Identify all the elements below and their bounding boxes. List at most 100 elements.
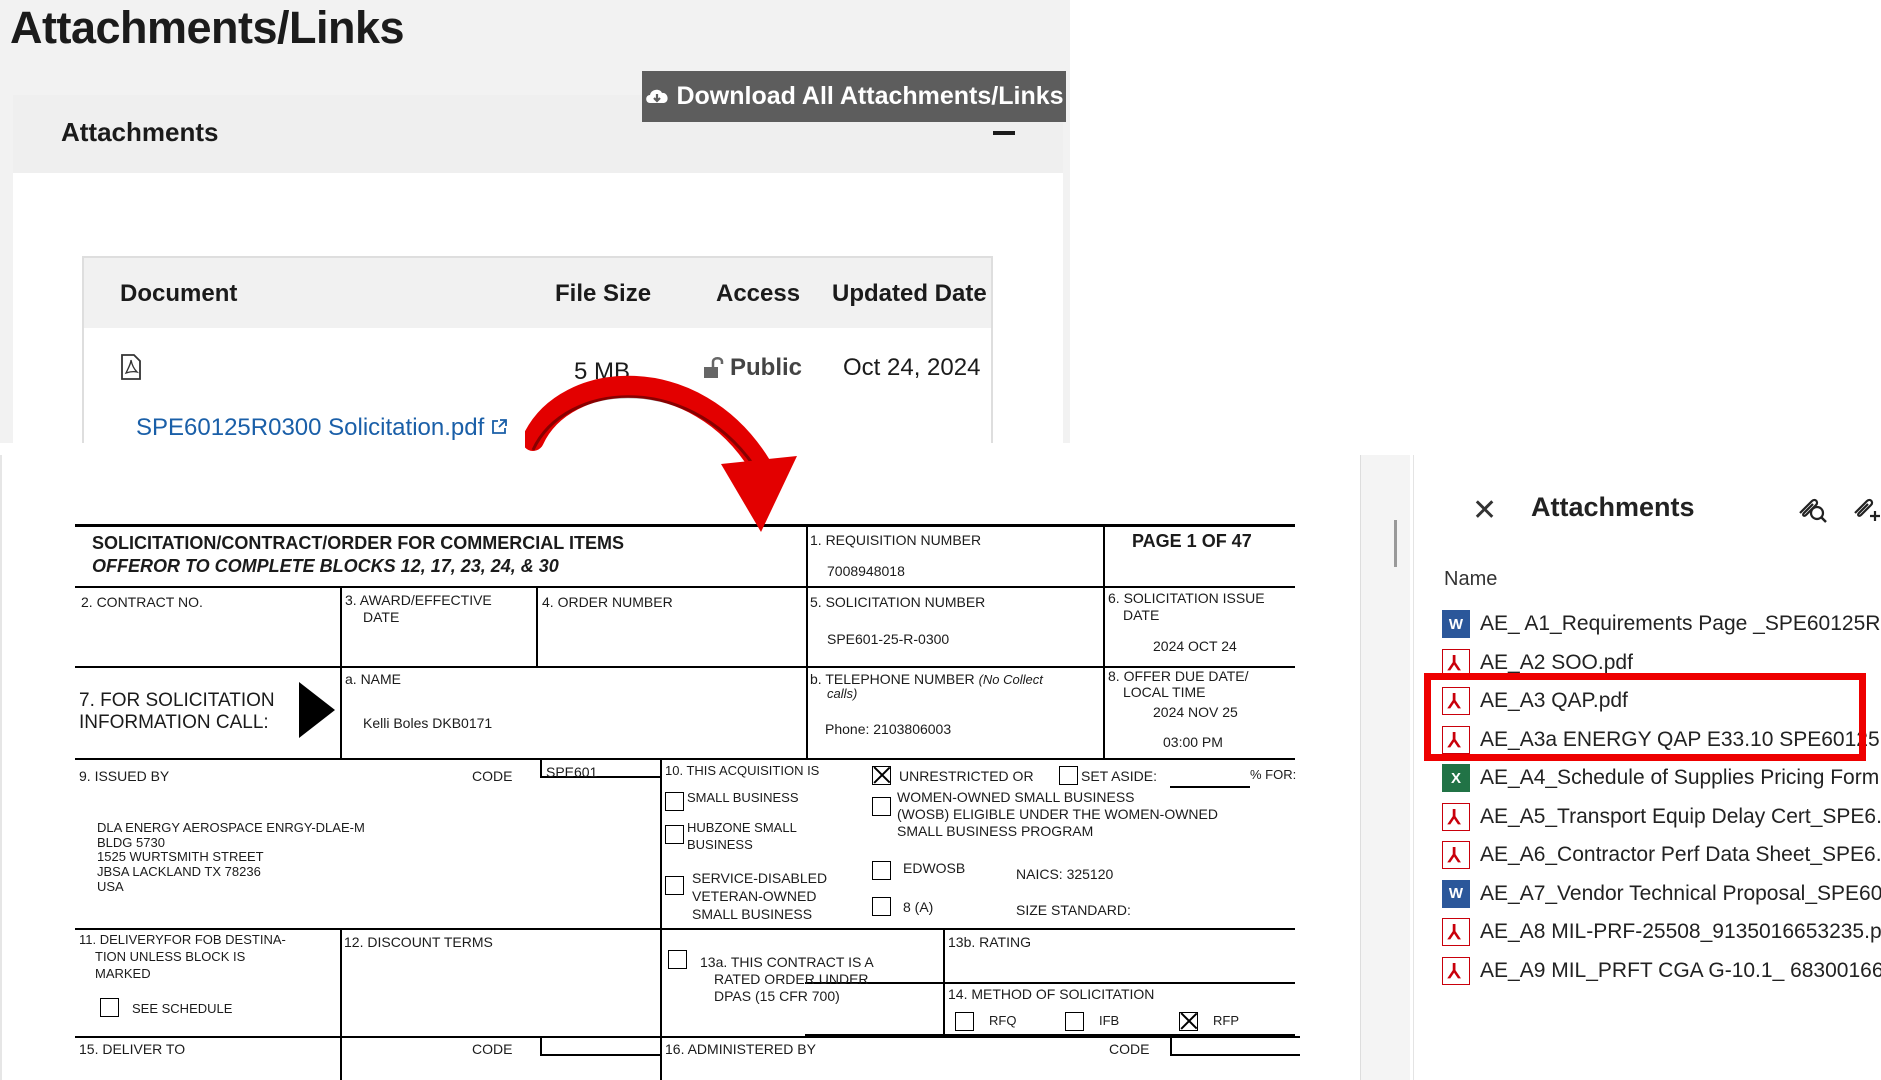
close-icon[interactable]: ✕	[1472, 493, 1497, 528]
pdf-file-icon	[1442, 802, 1470, 831]
excel-file-icon: X	[1442, 764, 1470, 792]
table-header: Document File Size Access Updated Date	[84, 258, 991, 328]
form-rule	[75, 928, 1295, 930]
attachment-item[interactable]: AE_A5_Transport Equip Delay Cert_SPE6...	[1442, 799, 1881, 835]
issuer-line: USA	[97, 878, 124, 894]
solicitation-form: SOLICITATION/CONTRACT/ORDER FOR COMMERCI…	[75, 524, 1300, 1080]
col-updated-date[interactable]: Updated Date	[832, 280, 987, 308]
form-rule	[1103, 524, 1105, 758]
attachment-item[interactable]: AE_A9 MIL_PRFT CGA G-10.1_ 683001666...	[1442, 953, 1881, 989]
unrestricted-checkbox[interactable]	[872, 766, 891, 785]
attachment-name: AE_A6_Contractor Perf Data Sheet_SPE6...	[1480, 843, 1881, 866]
attachment-item[interactable]: AE_A6_Contractor Perf Data Sheet_SPE6...	[1442, 837, 1881, 873]
issued-by-label: 9. ISSUED BY	[79, 768, 170, 784]
word-file-icon: W	[1442, 879, 1470, 908]
add-attachment-icon[interactable]	[1849, 489, 1881, 523]
hubzone-label: HUBZONE SMALL	[687, 820, 797, 835]
small-business-label: SMALL BUSINESS	[687, 790, 799, 805]
delivery-label: 11. DELIVERYFOR FOB DESTINA-	[79, 932, 286, 947]
sol-num-value: SPE601-25-R-0300	[827, 631, 950, 647]
issuer-line: 1525 WURTSMITH STREET	[97, 849, 264, 865]
highlight-box	[1424, 673, 1866, 761]
acq-label: 10. THIS ACQUISITION IS	[665, 763, 820, 778]
form-rule	[1170, 1054, 1300, 1056]
sdvosb-label-2: VETERAN-OWNED	[692, 888, 817, 904]
form-rule	[340, 586, 342, 758]
updated-date-value: Oct 24, 2024	[843, 354, 981, 381]
unrestricted-label: UNRESTRICTED OR	[899, 768, 1034, 784]
word-file-icon: W	[1442, 610, 1470, 638]
eight-a-checkbox[interactable]	[872, 897, 891, 916]
set-aside-checkbox[interactable]	[1059, 766, 1078, 785]
form-rule	[75, 758, 1295, 760]
deliver-to-label: 15. DELIVER TO	[79, 1041, 186, 1057]
col-file-size[interactable]: File Size	[555, 280, 651, 308]
form-rule	[943, 928, 945, 1038]
name-label: a. NAME	[345, 671, 402, 687]
issuer-line: BLDG 5730	[97, 834, 165, 850]
delivery-label-3: MARKED	[95, 966, 151, 981]
edwosb-checkbox[interactable]	[872, 861, 891, 880]
rfq-checkbox[interactable]	[955, 1012, 974, 1031]
hubzone-label-2: BUSINESS	[687, 837, 753, 852]
form-rule	[340, 928, 342, 1080]
collapse-icon[interactable]	[993, 131, 1015, 135]
see-schedule-label: SEE SCHEDULE	[132, 1001, 233, 1016]
search-attachments-icon[interactable]	[1794, 491, 1830, 525]
req-label: 1. REQUISITION NUMBER	[810, 532, 982, 548]
rating-label: 13b. RATING	[948, 934, 1031, 950]
method-label: 14. METHOD OF SOLICITATION	[948, 986, 1155, 1002]
form-rule	[805, 982, 1295, 984]
rated-order-checkbox[interactable]	[668, 950, 687, 969]
tel-label-note: (No Collect	[978, 672, 1043, 687]
sol-issue-label-2: DATE	[1123, 607, 1160, 623]
naics-label: NAICS: 325120	[1016, 866, 1114, 882]
wosb-label-3: SMALL BUSINESS PROGRAM	[897, 823, 1094, 839]
rfp-checkbox[interactable]	[1179, 1012, 1198, 1031]
tel-value: Phone: 2103806003	[825, 721, 952, 737]
see-schedule-checkbox[interactable]	[100, 998, 119, 1017]
form-rule	[75, 586, 1295, 588]
file-link-label: SPE60125R0300 Solicitation.pdf	[136, 414, 485, 441]
form-rule	[806, 524, 808, 758]
form-rule	[540, 1054, 660, 1056]
download-all-label: Download All Attachments/Links	[676, 82, 1064, 110]
form-subtitle: OFFEROR TO COMPLETE BLOCKS 12, 17, 23, 2…	[92, 556, 559, 576]
rfq-label: RFQ	[989, 1013, 1017, 1028]
page-title: Attachments/Links	[10, 2, 405, 53]
col-access[interactable]: Access	[716, 280, 800, 308]
attachment-item[interactable]: W AE_A7_Vendor Technical Proposal_SPE601.…	[1442, 876, 1881, 912]
award-label-2: DATE	[363, 609, 400, 625]
ifb-checkbox[interactable]	[1065, 1012, 1084, 1031]
small-business-checkbox[interactable]	[665, 792, 684, 811]
col-document[interactable]: Document	[120, 280, 237, 308]
wosb-checkbox[interactable]	[872, 797, 891, 816]
attachment-item[interactable]: W AE_ A1_Requirements Page _SPE60125R0...	[1442, 606, 1881, 642]
offer-due-time: 03:00 PM	[1163, 734, 1223, 750]
name-value: Kelli Boles DKB0171	[363, 715, 493, 731]
attachment-item[interactable]: AE_A8 MIL-PRF-25508_9135016653235.pdf	[1442, 914, 1881, 950]
sol-issue-label: 6. SOLICITATION ISSUE	[1108, 590, 1265, 606]
solicitation-file-link[interactable]: SPE60125R0300 Solicitation.pdf	[136, 414, 508, 442]
form-rule	[540, 758, 542, 778]
order-label: 4. ORDER NUMBER	[542, 594, 673, 610]
column-name-header[interactable]: Name	[1444, 568, 1497, 591]
administered-code-label: CODE	[1109, 1041, 1150, 1057]
info-call-label-2: INFORMATION CALL:	[79, 712, 269, 733]
pdf-scroll-thumb[interactable]	[1394, 520, 1397, 567]
pdf-scrollbar[interactable]	[1360, 455, 1410, 1080]
cloud-download-icon	[646, 89, 669, 103]
delivery-label-2: TION UNLESS BLOCK IS	[95, 949, 246, 964]
sdvosb-checkbox[interactable]	[665, 876, 684, 895]
offer-due-date: 2024 NOV 25	[1153, 704, 1238, 720]
attachment-item[interactable]: X AE_A4_Schedule of Supplies Pricing Form…	[1442, 760, 1881, 796]
page-count: PAGE 1 OF 47	[1132, 531, 1252, 551]
sidebar-title: Attachments	[1531, 492, 1695, 522]
award-label: 3. AWARD/EFFECTIVE	[345, 592, 492, 608]
download-all-button[interactable]: Download All Attachments/Links	[642, 71, 1066, 122]
pdf-file-icon	[1442, 956, 1470, 985]
rfp-label: RFP	[1213, 1013, 1239, 1028]
hubzone-checkbox[interactable]	[665, 825, 684, 844]
tel-label-text: b. TELEPHONE NUMBER	[810, 671, 975, 687]
deliver-to-code-label: CODE	[472, 1041, 513, 1057]
